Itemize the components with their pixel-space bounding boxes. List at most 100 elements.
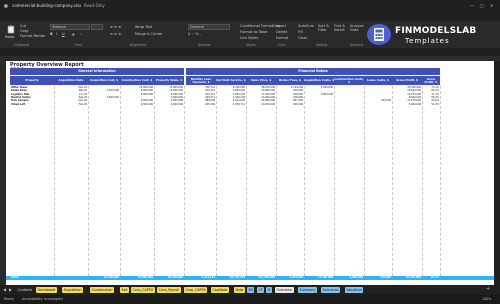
zoom-level[interactable]: 100% [482, 297, 491, 301]
sheet-tab[interactable]: Construction [90, 287, 114, 293]
accessibility-status[interactable]: Accessibility: Investigate [22, 297, 63, 301]
column-header: Net Debt Service, $ [216, 78, 246, 83]
fill-button[interactable]: Fill [298, 30, 303, 34]
delete-cells-button[interactable]: Delete [276, 30, 288, 34]
group-number: Number [198, 43, 211, 47]
section-general: General Information [10, 68, 184, 75]
table-row[interactable]: Urban Loft Feb-26 4,500,000 4,500,000 205,00… [6, 103, 494, 106]
sheet-tab[interactable]: Debt [234, 287, 245, 293]
column-header: Property [25, 78, 39, 83]
column-header: Broker Fees, $ [279, 78, 301, 83]
sheet-tab[interactable]: Acquisition [62, 287, 84, 293]
group-clipboard: Clipboard [14, 43, 30, 47]
totals-cell: 12,400,000 [317, 276, 333, 279]
wrap-text-button[interactable]: Wrap Text [135, 25, 152, 29]
sheet-tab[interactable]: Contents [16, 287, 34, 293]
sheet-tab[interactable]: Scenarios [321, 287, 341, 293]
totals-label: Totals [11, 276, 19, 279]
format-as-table-button[interactable]: Format as Table [240, 30, 268, 34]
group-alignment: Alignment [130, 43, 147, 47]
bold-icon[interactable]: B [50, 32, 53, 36]
sheet-tab[interactable]: Valuation [345, 287, 364, 293]
copy-button[interactable]: Copy [20, 29, 29, 33]
paste-icon[interactable]: 📋 [6, 25, 16, 34]
sheet-tab-bar: ◀ ▶ Contents Dashboard Acquisition Construc… [0, 285, 500, 295]
format-cells-button[interactable]: Format [276, 36, 288, 40]
autosum-button[interactable]: AutoSum [298, 24, 314, 28]
totals-cell: 22,791,790 [229, 276, 245, 279]
column-separator [422, 86, 423, 276]
sheet-tab[interactable]: Cons_Payroll [157, 287, 181, 293]
font-name-value: Tahoma [52, 25, 66, 29]
number-format-value: General [190, 25, 204, 29]
close-icon[interactable]: ✕ [490, 3, 493, 8]
brand-tagline: Templates [405, 37, 450, 45]
column-header: Gross Profit, % [424, 76, 438, 84]
status-ready: Ready [4, 297, 15, 301]
totals-cell: 2,211,134 [201, 276, 215, 279]
tab-scroll-left-icon[interactable]: ◀ [3, 287, 6, 292]
sheet-tab[interactable]: Sell [120, 287, 129, 293]
column-header: Sales Price, $ [250, 78, 272, 83]
column-header: Property Value, $ [155, 78, 183, 83]
find-select-button[interactable]: Find & Select [334, 24, 348, 32]
currency-icon[interactable]: $ ~ % , [188, 32, 201, 36]
italic-icon[interactable]: I [56, 32, 57, 36]
maximize-icon[interactable]: □ [480, 3, 484, 8]
align-left-icon[interactable]: ≡ ≡ ≡ [110, 32, 121, 36]
totals-cell: 9,800,000 [349, 276, 363, 279]
table-cell: Feb-26 [78, 102, 87, 106]
sort-filter-button[interactable]: Sort & Filter [318, 24, 334, 32]
format-painter-button[interactable]: Format Painter [20, 34, 46, 38]
minimize-icon[interactable]: — [470, 3, 474, 8]
column-header: Acquisition Costs, $ [304, 78, 334, 83]
clear-button[interactable]: Clear [298, 36, 307, 40]
sheet-tab[interactable]: Dashboard [36, 287, 57, 293]
sheet-tab[interactable]: Corp_CAPEX [184, 287, 208, 293]
totals-cell: 43,000,000 [137, 276, 153, 279]
font-color-icon[interactable]: A [80, 32, 82, 36]
group-editing: Editing [316, 43, 328, 47]
font-name-box[interactable]: Tahoma [50, 24, 90, 30]
cut-button[interactable]: Cut [20, 24, 26, 28]
sheet-tab[interactable]: CF [257, 287, 265, 293]
sheet-tab[interactable]: Overview [275, 287, 294, 293]
totals-row: Totals 16,100,000 43,000,000 49,100,000 2,21… [6, 276, 494, 280]
tab-scroll-right-icon[interactable]: ▶ [9, 287, 12, 292]
sheet-tab[interactable]: BS [247, 287, 255, 293]
column-separator [334, 86, 335, 276]
brand-logo: FINMODELSLAB Templates [365, 22, 493, 48]
sheet-tab[interactable]: Summary [298, 287, 317, 293]
sheet-tab[interactable]: Cons_CAPEX [131, 287, 155, 293]
column-separator [440, 86, 441, 276]
font-size-box[interactable] [91, 24, 103, 30]
cell-styles-button[interactable]: Cell Styles [240, 36, 258, 40]
underline-icon[interactable]: U [62, 32, 65, 36]
column-separator [184, 86, 185, 276]
column-separator [88, 86, 89, 276]
table-cell: 205,000 [205, 102, 215, 106]
add-sheet-icon[interactable]: + [486, 286, 490, 292]
column-header: Monthly Loan Payment, $ [190, 76, 212, 84]
title-bar: ■ commercial-building-company.xlsx Read-… [0, 0, 500, 11]
table-cell: 300,000 [293, 102, 303, 106]
align-top-icon[interactable]: ≡ ≡ ≡ [110, 25, 121, 29]
worksheet[interactable]: Property Overview Report ABC Company Inc… [6, 61, 494, 285]
table-cell: 5,200,000 [408, 102, 421, 106]
merge-center-button[interactable]: Merge & Center [135, 32, 163, 36]
totals-cell: 440,000 [380, 276, 391, 279]
number-format-box[interactable]: General [188, 24, 230, 30]
paste-button[interactable]: Paste [5, 35, 14, 39]
conditional-formatting-button[interactable]: Conditional Formatting [240, 24, 280, 28]
analyze-data-button[interactable]: Analyze Data [350, 24, 364, 32]
insert-cells-button[interactable]: Insert [276, 24, 286, 28]
table-cell: 52.0% [431, 102, 439, 106]
sheet-tab[interactable]: IS [266, 287, 273, 293]
column-separator [120, 86, 121, 276]
table-cell: 1,978,711 [232, 102, 245, 106]
sheet-tab[interactable]: CapTable [211, 287, 229, 293]
column-header: Gross Profit, $ [396, 78, 418, 83]
column-header: Acquisition Date [58, 78, 84, 83]
fill-color-icon[interactable]: ▲ [72, 32, 75, 36]
totals-cell: 4,251,200 [289, 276, 303, 279]
